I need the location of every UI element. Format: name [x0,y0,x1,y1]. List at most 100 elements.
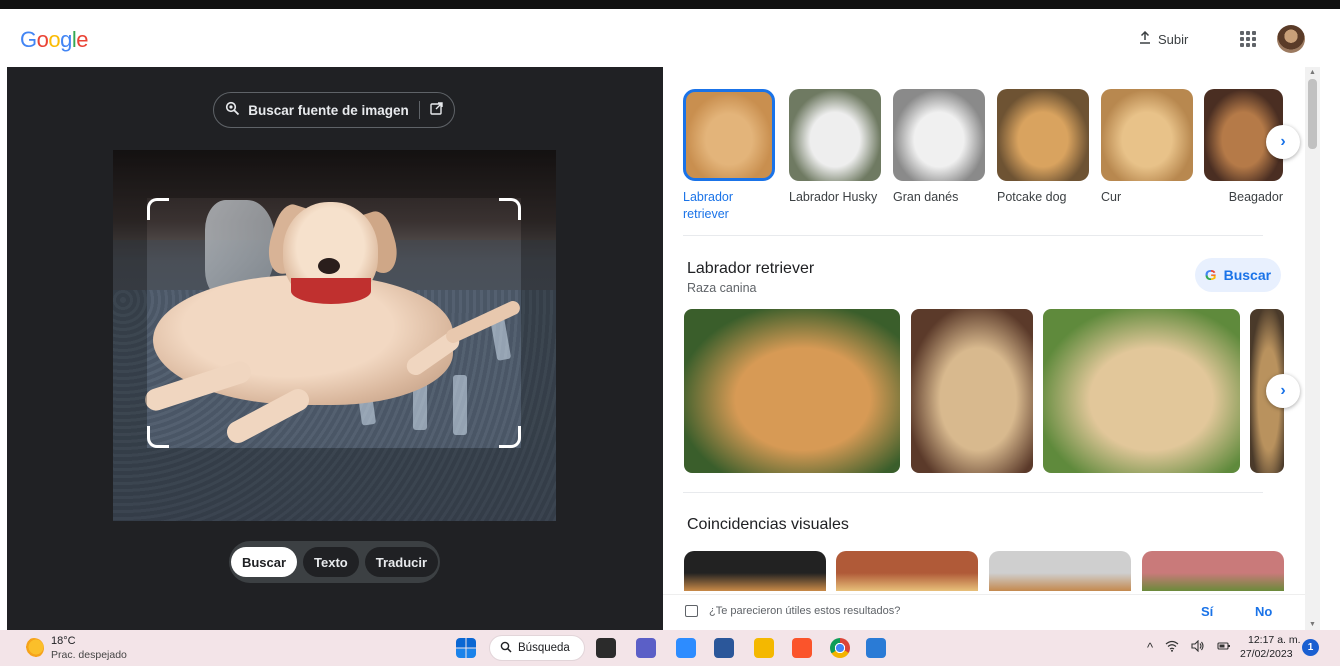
weather-description[interactable]: Prac. despejado [51,649,127,661]
google-g-icon: G [1204,266,1217,284]
visual-match-image[interactable] [1142,551,1284,591]
wifi-icon[interactable] [1165,640,1179,655]
feedback-bar: ¿Te parecieron útiles estos resultados? … [663,594,1305,630]
scroll-down-icon[interactable]: ▼ [1309,621,1316,628]
logo-letter: G [20,27,37,52]
feedback-question: ¿Te parecieron útiles estos resultados? [709,605,901,617]
visual-match-image[interactable] [989,551,1131,591]
clock-date[interactable]: 27/02/2023 [1240,648,1293,660]
scroll-up-icon[interactable]: ▲ [1309,69,1316,76]
entity-image[interactable] [1043,309,1240,473]
crop-handle-top-right[interactable] [499,198,521,220]
clock-time[interactable]: 12:17 a. m. [1248,634,1301,646]
breed-thumbnail-label[interactable]: Gran danés [893,189,985,206]
crop-handle-bottom-left[interactable] [147,426,169,448]
crop-handle-top-left[interactable] [147,198,169,220]
breed-thumbnail-label[interactable]: Labrador Husky [789,189,881,206]
separator [418,101,420,119]
crop-handle-bottom-right[interactable] [499,426,521,448]
breed-thumbnail-image[interactable] [997,89,1089,181]
logo-letter: o [48,27,61,52]
entity-image[interactable] [911,309,1033,473]
images-next-button[interactable]: › [1266,374,1300,408]
results-panel: Labrador retriever Labrador Husky Gran dan… [663,67,1305,630]
breed-thumbnail-image[interactable] [789,89,881,181]
zoom-icon[interactable] [676,638,696,658]
word-icon[interactable] [714,638,734,658]
volume-icon[interactable] [1191,639,1205,655]
breed-thumbnail[interactable]: Potcake dog [997,89,1089,206]
start-icon[interactable] [456,638,476,658]
windows-taskbar: 18°C Prac. despejado Búsqueda ^ 12:17 a.… [0,630,1340,666]
chat-icon[interactable] [636,638,656,658]
visual-match-image[interactable] [836,551,978,591]
find-image-source-button[interactable]: Buscar fuente de imagen [213,92,455,128]
photos-icon[interactable] [866,638,886,658]
results-scrollbar[interactable]: ▲ ▼ [1305,67,1320,630]
taskbar-search[interactable]: Búsqueda [489,635,585,661]
related-breeds-carousel: Labrador retriever Labrador Husky Gran dan… [683,89,1283,229]
folder-icon[interactable] [754,638,774,658]
lens-search-icon [225,101,240,119]
logo-letter: o [36,27,49,52]
scrollbar-thumb[interactable] [1308,79,1317,149]
apps-grid-icon[interactable] [1240,31,1256,47]
google-search-label: Buscar [1223,267,1272,283]
breed-thumbnail-label[interactable]: Cur [1101,189,1193,206]
breed-thumbnail-label[interactable]: Beagador [1204,189,1283,206]
crop-outside-shade [113,150,556,198]
feedback-icon [685,605,698,617]
brave-icon[interactable] [792,638,812,658]
entity-title[interactable]: Labrador retriever [687,260,814,278]
crop-outside-shade [113,448,556,521]
search-icon [500,641,512,656]
chrome-icon[interactable] [830,638,850,658]
mode-traducir-button[interactable]: Traducir [364,547,439,577]
lens-image-panel: Buscar fuente de imagen Buscar Texto Tra… [7,67,663,630]
upload-icon [1138,30,1152,48]
divider [683,235,1263,236]
lens-mode-bar: Buscar Texto Traducir [229,541,440,583]
query-photo[interactable] [113,150,556,521]
crop-outside-shade [113,198,147,448]
file-explorer-dark-icon[interactable] [596,638,616,658]
upload-button[interactable]: Subir [1138,30,1189,48]
upload-label: Subir [1158,32,1189,47]
divider [683,492,1263,493]
notification-badge[interactable]: 1 [1302,639,1319,656]
google-header: Google Subir [0,9,1340,67]
breed-thumbnail[interactable]: Cur [1101,89,1193,206]
logo-letter: g [60,27,72,52]
breed-thumbnail-label[interactable]: Potcake dog [997,189,1089,206]
chevron-right-icon: › [1280,382,1286,399]
breed-thumbnail-image[interactable] [1101,89,1193,181]
entity-subtitle: Raza canina [687,281,757,295]
google-search-button[interactable]: G Buscar [1195,258,1281,292]
battery-icon[interactable] [1217,640,1231,655]
feedback-yes-button[interactable]: Sí [1201,604,1213,619]
weather-temperature[interactable]: 18°C [51,635,76,647]
chevron-right-icon: › [1280,133,1286,150]
crop-box[interactable] [147,198,521,448]
entity-image[interactable] [684,309,900,473]
find-image-source-label: Buscar fuente de imagen [248,102,409,118]
breed-thumbnail-image[interactable] [893,89,985,181]
avatar[interactable] [1277,25,1305,53]
taskbar-search-label: Búsqueda [518,642,570,654]
visual-match-image[interactable] [684,551,826,591]
breed-thumbnail[interactable]: Labrador retriever [683,89,775,223]
breed-thumbnail-label[interactable]: Labrador retriever [683,189,775,223]
weather-sun-icon[interactable] [24,638,44,658]
google-logo[interactable]: Google [20,27,89,53]
logo-letter: e [76,27,89,52]
breed-thumbnail-image[interactable] [683,89,775,181]
window-top-edge [0,0,1340,9]
crop-outside-shade [521,198,556,448]
breed-thumbnail[interactable]: Gran danés [893,89,985,206]
mode-buscar-button[interactable]: Buscar [230,547,298,577]
chevron-up-icon[interactable]: ^ [1147,640,1153,655]
mode-texto-button[interactable]: Texto [303,547,359,577]
carousel-next-button[interactable]: › [1266,125,1300,159]
feedback-no-button[interactable]: No [1255,604,1272,619]
breed-thumbnail[interactable]: Labrador Husky [789,89,881,206]
